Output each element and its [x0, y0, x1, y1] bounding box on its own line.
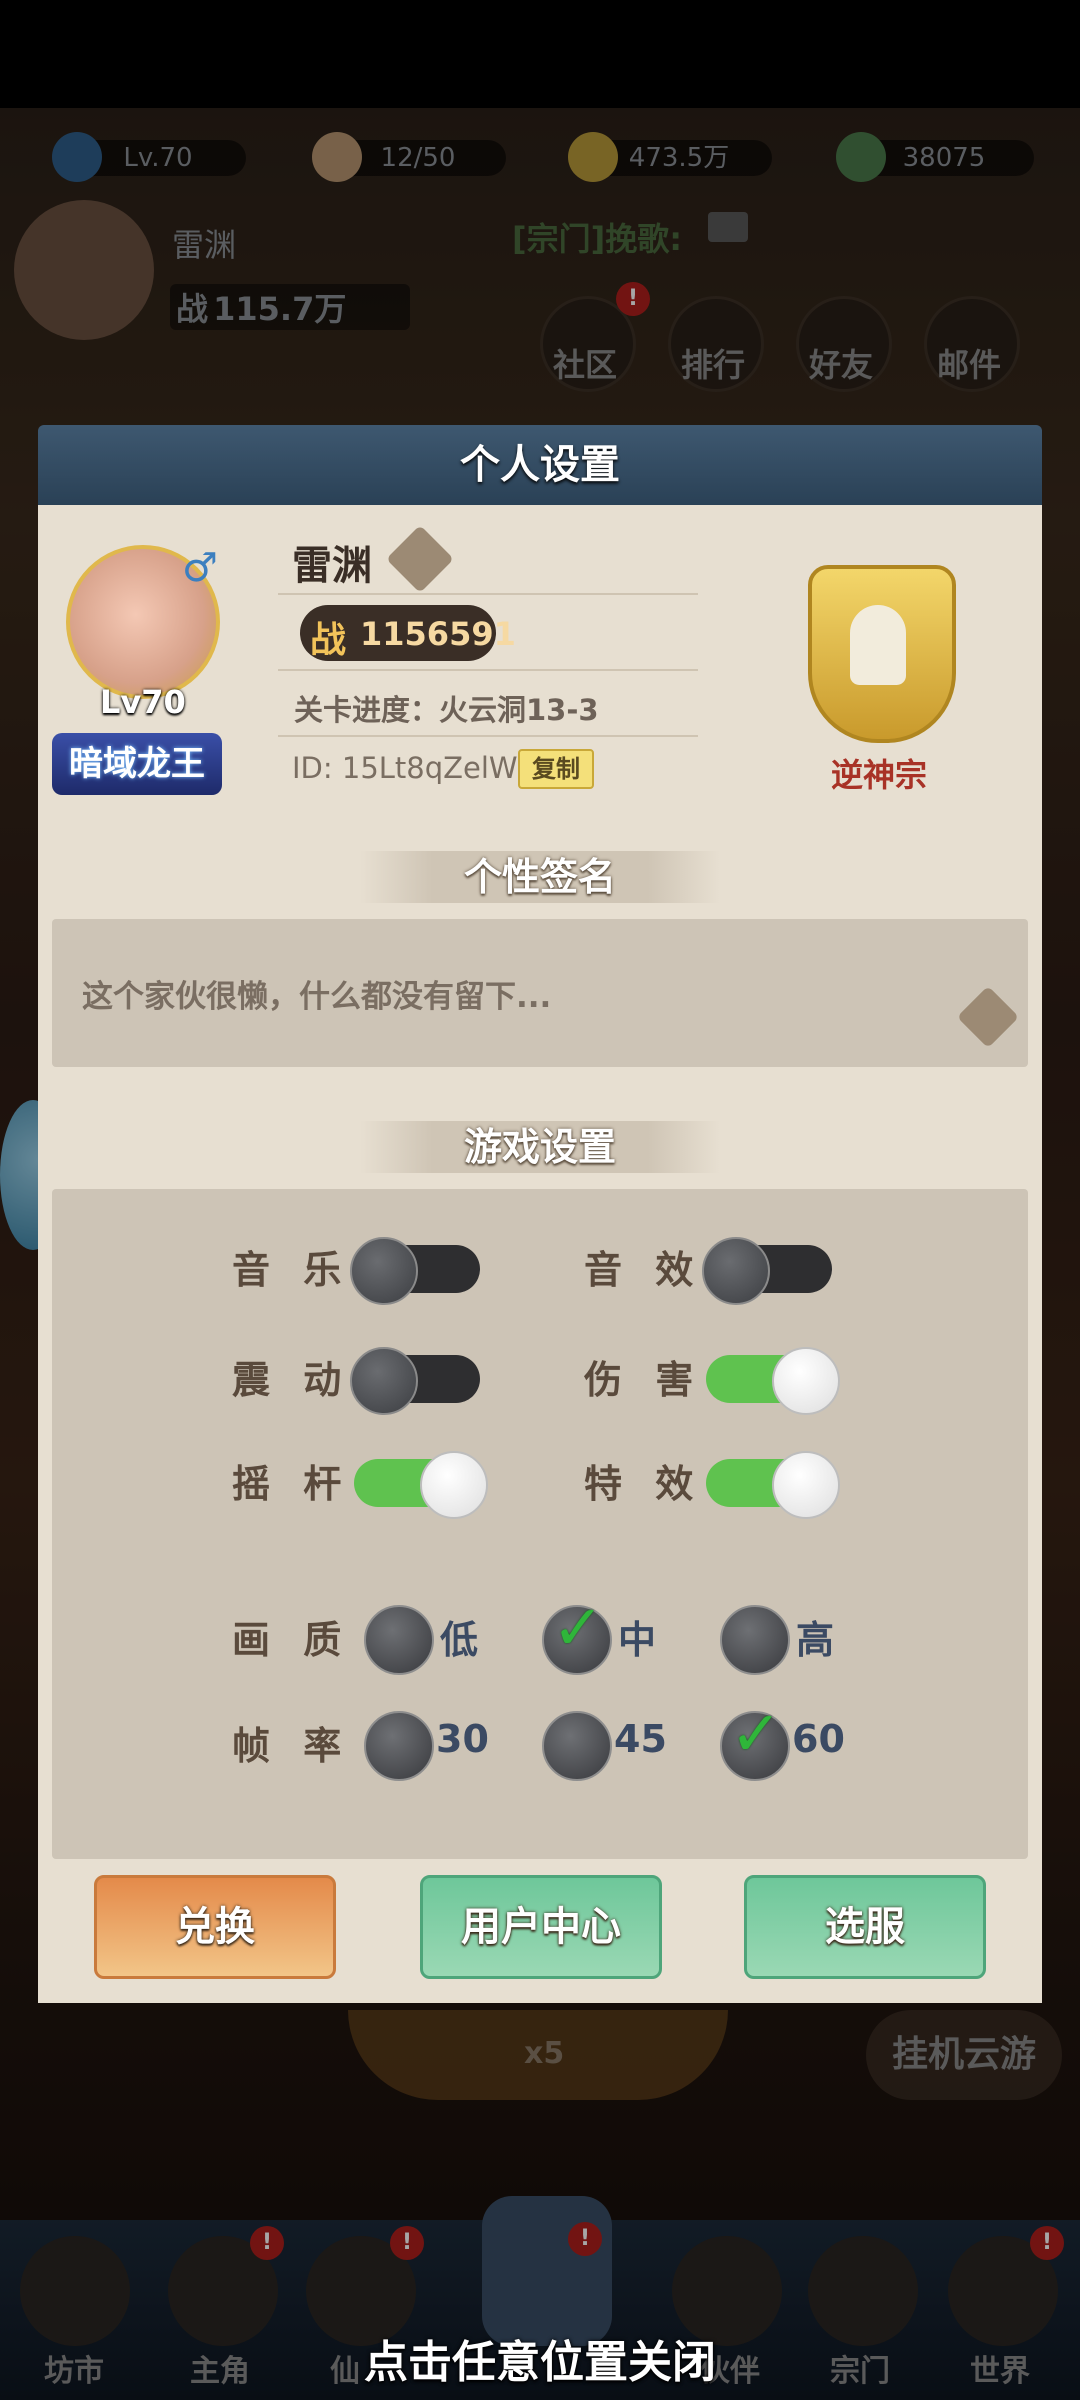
music-label: 音 乐: [232, 1247, 352, 1292]
effects-toggle[interactable]: [706, 1451, 840, 1519]
server-select-button[interactable]: 选服: [744, 1875, 986, 1979]
quality-high-label: 高: [796, 1618, 835, 1662]
signature-box[interactable]: 这个家伙很懒，什么都没有留下...: [52, 919, 1028, 1067]
divider: [278, 669, 698, 671]
user-center-button[interactable]: 用户中心: [420, 1875, 662, 1979]
game-settings-panel: 音 乐 音 效 震 动 伤 害 摇 杆 特 效 画 质 低 ✓ 中 高 帧 率 …: [52, 1189, 1028, 1859]
framerate-label: 帧 率: [232, 1723, 352, 1768]
sect-emblem[interactable]: [768, 545, 988, 745]
joystick-toggle[interactable]: [354, 1451, 488, 1519]
sound-effects-label: 音 效: [584, 1247, 704, 1292]
dialog-header: 个人设置: [38, 425, 1042, 505]
vibration-label: 震 动: [232, 1357, 352, 1402]
profile-level: Lv70: [100, 683, 186, 721]
checkmark-icon: ✓: [552, 1591, 604, 1664]
vibration-toggle[interactable]: [350, 1347, 480, 1415]
framerate-60-label: 60: [792, 1717, 845, 1761]
copy-id-button[interactable]: 复制: [518, 749, 594, 789]
framerate-30-label: 30: [436, 1717, 489, 1761]
sound-effects-toggle[interactable]: [702, 1237, 832, 1305]
title-badge-text: 暗域龙王: [69, 744, 205, 784]
framerate-30-radio[interactable]: [364, 1711, 434, 1781]
title-badge: 暗域龙王: [52, 733, 222, 795]
male-icon: ♂: [182, 545, 218, 591]
power-badge: 战 1156591: [300, 605, 516, 661]
edit-name-icon[interactable]: [386, 525, 454, 593]
signature-heading: 个性签名: [360, 851, 720, 903]
divider: [278, 593, 698, 595]
power-badge-label: 战: [310, 620, 347, 661]
quality-label: 画 质: [232, 1617, 352, 1662]
game-settings-heading: 游戏设置: [360, 1121, 720, 1173]
checkmark-icon: ✓: [730, 1697, 782, 1770]
framerate-45-radio[interactable]: [542, 1711, 612, 1781]
music-toggle[interactable]: [350, 1237, 480, 1305]
axe-icon: [850, 605, 906, 685]
close-hint: 点击任意位置关闭: [364, 2337, 716, 2388]
damage-toggle[interactable]: [706, 1347, 840, 1415]
quality-low-label: 低: [440, 1618, 479, 1662]
effects-label: 特 效: [584, 1461, 704, 1506]
signature-text: 这个家伙很懒，什么都没有留下...: [82, 979, 552, 1015]
stage-progress: 关卡进度：火云洞13-3: [294, 693, 599, 727]
profile-name: 雷渊: [292, 542, 372, 589]
personal-settings-dialog: ♂ Lv70 暗域龙王 雷渊 战 1156591 关卡进度：火云洞13-3 ID…: [38, 505, 1042, 2003]
framerate-45-label: 45: [614, 1717, 667, 1761]
quality-medium-label: 中: [618, 1618, 657, 1662]
quality-medium-radio[interactable]: ✓: [542, 1595, 612, 1675]
dialog-title: 个人设置: [460, 441, 620, 488]
sect-name: 逆神宗: [830, 756, 927, 794]
player-id: ID: 15Lt8qZelW: [292, 751, 518, 785]
divider: [278, 735, 698, 737]
damage-label: 伤 害: [584, 1357, 704, 1402]
power-badge-value: 1156591: [360, 615, 516, 653]
quality-high-radio[interactable]: [720, 1605, 790, 1675]
edit-signature-icon[interactable]: [956, 985, 1020, 1049]
quality-low-radio[interactable]: [364, 1605, 434, 1675]
framerate-60-radio[interactable]: ✓: [720, 1701, 790, 1781]
redeem-button[interactable]: 兑换: [94, 1875, 336, 1979]
joystick-label: 摇 杆: [232, 1461, 352, 1506]
